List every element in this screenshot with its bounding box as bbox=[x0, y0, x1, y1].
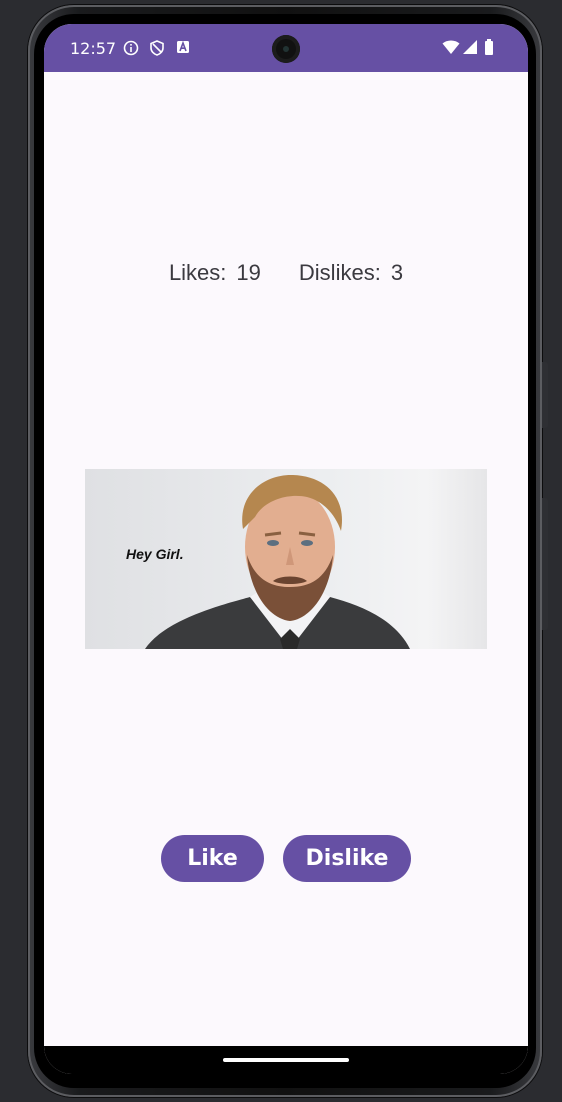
shield-icon bbox=[149, 40, 165, 61]
status-bar: 12:57 bbox=[44, 24, 528, 72]
dislikes-count: 3 bbox=[390, 260, 404, 285]
like-button[interactable]: Like bbox=[161, 835, 264, 882]
info-icon bbox=[123, 40, 139, 61]
volume-button bbox=[542, 362, 548, 428]
navigation-bar bbox=[44, 1046, 528, 1074]
likes-label: Likes: bbox=[168, 260, 227, 285]
signal-icon bbox=[462, 39, 478, 60]
likes-count: 19 bbox=[236, 260, 261, 285]
meme-image: Hey Girl. bbox=[85, 469, 487, 649]
vote-counts: Likes: 19 Dislikes: 3 bbox=[44, 260, 528, 286]
power-button bbox=[542, 498, 548, 630]
dislikes-label: Dislikes: bbox=[298, 260, 381, 285]
wifi-icon bbox=[442, 39, 460, 60]
status-time: 12:57 bbox=[70, 39, 117, 58]
front-camera bbox=[272, 35, 300, 63]
home-handle[interactable] bbox=[223, 1058, 349, 1062]
battery-icon bbox=[484, 39, 494, 60]
dislike-button[interactable]: Dislike bbox=[283, 835, 411, 882]
accessibility-icon bbox=[176, 40, 190, 59]
portrait-illustration bbox=[145, 474, 410, 649]
app-screen: 12:57 Likes: 19 Dislikes: 3 Hey Girl. Li… bbox=[44, 24, 528, 1074]
